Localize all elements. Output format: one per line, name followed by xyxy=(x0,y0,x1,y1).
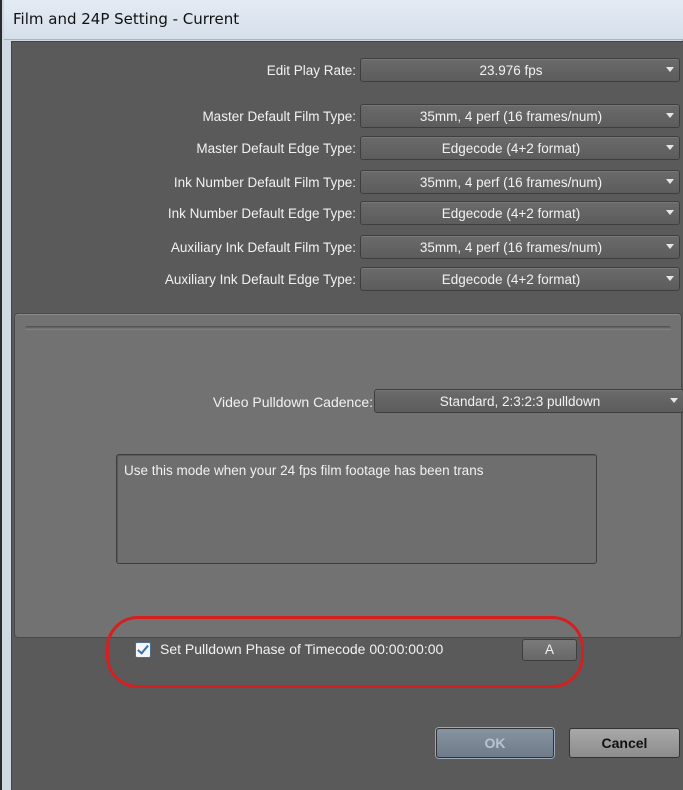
dropdown-arrow-icon xyxy=(666,244,674,249)
edit-play-rate-dropdown[interactable]: 23.976 fps xyxy=(360,58,680,82)
master-edge-type-label: Master Default Edge Type: xyxy=(196,141,356,156)
dropdown-arrow-icon xyxy=(670,398,678,403)
ink-film-type-dropdown[interactable]: 35mm, 4 perf (16 frames/num) xyxy=(360,170,680,194)
cadence-description-box: Use this mode when your 24 fps film foot… xyxy=(116,454,597,564)
master-edge-type-row: Master Default Edge Type: Edgecode (4+2 … xyxy=(12,136,683,162)
ink-film-type-value: 35mm, 4 perf (16 frames/num) xyxy=(419,175,603,190)
master-film-type-row: Master Default Film Type: 35mm, 4 perf (… xyxy=(12,104,683,130)
master-film-type-dropdown[interactable]: 35mm, 4 perf (16 frames/num) xyxy=(360,104,680,128)
dropdown-arrow-icon xyxy=(666,67,674,72)
cadence-description-text: Use this mode when your 24 fps film foot… xyxy=(124,463,484,478)
pulldown-cadence-dropdown[interactable]: Standard, 2:3:2:3 pulldown xyxy=(374,389,683,413)
aux-film-type-label: Auxiliary Ink Default Film Type: xyxy=(170,240,356,255)
ink-edge-type-dropdown[interactable]: Edgecode (4+2 format) xyxy=(360,201,680,225)
checkmark-icon xyxy=(137,642,149,655)
window-title: Film and 24P Setting - Current xyxy=(13,10,240,28)
dialog-window: Film and 24P Setting - Current Edit Play… xyxy=(0,0,683,790)
dropdown-arrow-icon xyxy=(666,145,674,150)
aux-film-type-dropdown[interactable]: 35mm, 4 perf (16 frames/num) xyxy=(360,235,680,259)
pulldown-phase-button[interactable]: A xyxy=(522,639,577,661)
dropdown-arrow-icon xyxy=(666,179,674,184)
ok-button[interactable]: OK xyxy=(436,728,554,758)
pulldown-phase-label: Set Pulldown Phase of Timecode 00:00:00:… xyxy=(160,641,444,657)
cancel-button[interactable]: Cancel xyxy=(569,728,680,758)
edit-play-rate-value: 23.976 fps xyxy=(479,63,543,78)
ink-edge-type-row: Ink Number Default Edge Type: Edgecode (… xyxy=(12,201,683,227)
pulldown-phase-checkbox[interactable] xyxy=(135,642,151,658)
settings-panel: Edit Play Rate: 23.976 fps Master Defaul… xyxy=(11,41,683,790)
pulldown-cadence-value: Standard, 2:3:2:3 pulldown xyxy=(439,394,601,409)
title-bar[interactable]: Film and 24P Setting - Current xyxy=(4,0,683,40)
aux-film-type-value: 35mm, 4 perf (16 frames/num) xyxy=(419,240,603,255)
aux-edge-type-value: Edgecode (4+2 format) xyxy=(441,272,581,287)
pulldown-cadence-label: Video Pulldown Cadence: xyxy=(212,394,373,410)
aux-edge-type-label: Auxiliary Ink Default Edge Type: xyxy=(164,272,356,287)
ink-film-type-row: Ink Number Default Film Type: 35mm, 4 pe… xyxy=(12,170,683,196)
ink-film-type-label: Ink Number Default Film Type: xyxy=(173,175,356,190)
pulldown-subpanel: Video Pulldown Cadence: Standard, 2:3:2:… xyxy=(14,313,683,638)
master-edge-type-dropdown[interactable]: Edgecode (4+2 format) xyxy=(360,136,680,160)
ink-edge-type-label: Ink Number Default Edge Type: xyxy=(167,206,356,221)
aux-film-type-row: Auxiliary Ink Default Film Type: 35mm, 4… xyxy=(12,235,683,261)
master-film-type-label: Master Default Film Type: xyxy=(202,109,356,124)
aux-edge-type-dropdown[interactable]: Edgecode (4+2 format) xyxy=(360,267,680,291)
master-film-type-value: 35mm, 4 perf (16 frames/num) xyxy=(419,109,603,124)
dropdown-arrow-icon xyxy=(666,276,674,281)
subpanel-divider xyxy=(25,326,671,330)
edit-play-rate-row: Edit Play Rate: 23.976 fps xyxy=(12,58,683,84)
dropdown-arrow-icon xyxy=(666,113,674,118)
master-edge-type-value: Edgecode (4+2 format) xyxy=(441,141,581,156)
aux-edge-type-row: Auxiliary Ink Default Edge Type: Edgecod… xyxy=(12,267,683,293)
dropdown-arrow-icon xyxy=(666,210,674,215)
edit-play-rate-label: Edit Play Rate: xyxy=(266,63,356,78)
ink-edge-type-value: Edgecode (4+2 format) xyxy=(441,206,581,221)
